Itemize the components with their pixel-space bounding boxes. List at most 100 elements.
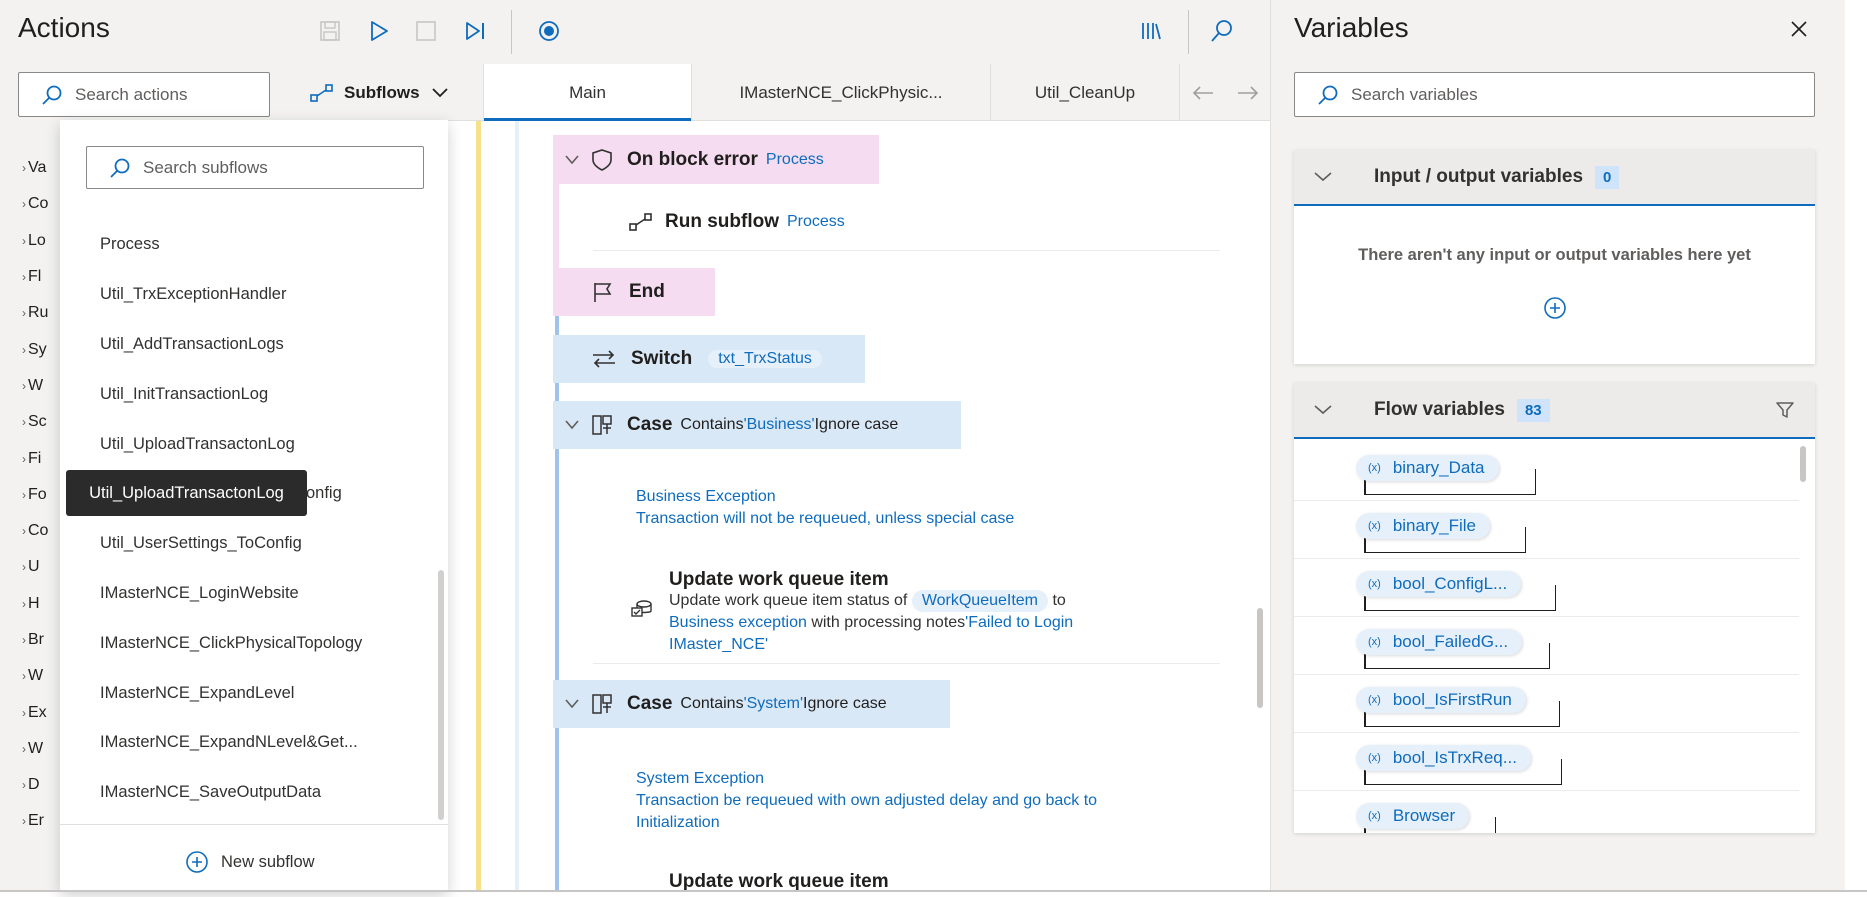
chevron-right-icon: › [22, 451, 26, 466]
search-actions-input[interactable]: Search actions [18, 72, 270, 117]
subflow-item[interactable]: IMasterNCE_ClickPhysicalTopology [60, 618, 440, 668]
subflow-item[interactable]: Process [60, 220, 440, 270]
variable-chip[interactable]: (x) bool_ConfigL... [1356, 571, 1522, 597]
flow-variables-header[interactable]: Flow variables 83 [1294, 383, 1815, 439]
subflow-item[interactable]: IMasterNCE_LoginWebsite [60, 569, 440, 619]
category-label: Lo [28, 231, 46, 249]
chevron-right-icon: › [22, 233, 26, 248]
action-category[interactable]: › Fo [0, 477, 60, 513]
variable-icon: (x) [1368, 636, 1381, 648]
action-argument: Process [786, 213, 845, 230]
variable-chip[interactable]: (x) binary_Data [1356, 455, 1499, 481]
action-category[interactable]: › Ru [0, 295, 60, 331]
action-category[interactable]: › Sy [0, 331, 60, 367]
search-subflows-placeholder: Search subflows [143, 157, 268, 177]
action-category[interactable]: › H [0, 586, 60, 622]
close-variables-button[interactable] [1790, 20, 1808, 38]
variable-chip[interactable]: (x) bool_FailedG... [1356, 629, 1523, 655]
action-category[interactable]: › Lo [0, 223, 60, 259]
search-flow-button[interactable] [1207, 16, 1237, 46]
canvas-scrollbar[interactable] [1257, 608, 1263, 708]
action-category[interactable]: › Co [0, 513, 60, 549]
flow-variable-row[interactable]: (x) binary_File [1294, 501, 1799, 559]
search-actions-placeholder: Search actions [75, 84, 188, 104]
filter-icon[interactable] [1775, 400, 1795, 420]
variable-icon: (x) [1368, 578, 1381, 590]
run-subflow-action[interactable]: Run subflow Process [593, 202, 845, 242]
stop-button[interactable] [411, 16, 441, 46]
section-title: Flow variables [1374, 399, 1505, 420]
action-category[interactable]: › Br [0, 622, 60, 658]
subflow-item[interactable]: IMasterNCE_ExpandNLevel&Get... [60, 718, 440, 768]
flow-variable-row[interactable]: (x) bool_IsTrxReq... [1294, 733, 1799, 791]
case-system-action[interactable]: Case Contains 'System' Ignore case [553, 680, 950, 728]
flow-variable-row[interactable]: (x) bool_ConfigL... [1294, 559, 1799, 617]
work-queue-icon [630, 597, 654, 621]
subflow-item[interactable]: Util_UserSettings_ToConfig [60, 519, 440, 569]
chevron-down-icon[interactable] [565, 154, 579, 165]
subflow-item[interactable]: Util_UploadTransactonLog [60, 419, 440, 469]
action-category[interactable]: › W [0, 368, 60, 404]
flow-variable-row[interactable]: (x) bool_IsFirstRun [1294, 675, 1799, 733]
new-subflow-button[interactable]: New subflow [185, 850, 315, 874]
variable-chip[interactable]: (x) bool_IsFirstRun [1356, 687, 1526, 713]
variable-chip[interactable]: (x) binary_File [1356, 513, 1490, 539]
action-category[interactable]: › Sc [0, 404, 60, 440]
chevron-down-icon[interactable] [565, 699, 579, 709]
action-category[interactable]: › Ex [0, 694, 60, 730]
block-indent-bar [515, 121, 519, 892]
input-output-variables-header[interactable]: Input / output variables 0 [1294, 150, 1815, 206]
record-button[interactable] [534, 16, 564, 46]
action-category[interactable]: › Fl [0, 259, 60, 295]
save-button[interactable] [315, 16, 345, 46]
switch-action[interactable]: Switch txt_TrxStatus [553, 335, 865, 383]
action-category[interactable]: › U [0, 549, 60, 585]
subflows-label: Subflows [344, 82, 420, 102]
add-io-variable-button[interactable] [1543, 296, 1567, 320]
subflow-item[interactable]: Util_TrxExceptionHandler [60, 270, 440, 320]
subflow-item[interactable]: Util_InitTransactionLog [60, 369, 440, 419]
tab-util-cleanup[interactable]: Util_CleanUp [990, 64, 1179, 121]
add-circle-icon [185, 850, 209, 874]
subflow-list-scrollbar[interactable] [438, 570, 444, 820]
subflow-item[interactable]: Util_AddTransactionLogs [60, 320, 440, 370]
subflow-item[interactable]: IMasterNCE_SaveOutputData [60, 768, 440, 818]
arrow-right-icon[interactable] [1236, 85, 1260, 101]
comment-system-exception[interactable]: System Exception Transaction be requeued… [636, 768, 1097, 834]
tab-imasternce-clickphysic[interactable]: IMasterNCE_ClickPhysic... [691, 64, 990, 121]
library-icon [1140, 20, 1162, 42]
variable-name: binary_File [1392, 516, 1476, 535]
action-category[interactable]: › W [0, 658, 60, 694]
action-category[interactable]: › D [0, 767, 60, 803]
flow-variable-row[interactable]: (x) binary_Data [1294, 443, 1799, 501]
action-category[interactable]: › W [0, 731, 60, 767]
variable-chip[interactable]: (x) Browser [1356, 803, 1470, 829]
category-label: Sc [28, 413, 47, 431]
action-category[interactable]: › Fi [0, 440, 60, 476]
flow-variable-row[interactable]: (x) bool_FailedG... [1294, 617, 1799, 675]
chevron-down-icon[interactable] [565, 420, 579, 430]
action-category[interactable]: › Va [0, 150, 60, 186]
chevron-right-icon: › [22, 741, 26, 756]
search-variables-input[interactable]: Search variables [1294, 72, 1815, 117]
variable-token: WorkQueueItem [911, 590, 1049, 612]
tab-main[interactable]: Main [483, 64, 691, 121]
update-work-queue-item-action[interactable]: Update work queue item [593, 867, 897, 897]
variable-chip[interactable]: (x) bool_IsTrxReq... [1356, 745, 1531, 771]
subflow-item[interactable]: IMasterNCE_ExpandLevel [60, 668, 440, 718]
search-subflows-input[interactable]: Search subflows [86, 146, 424, 189]
add-circle-icon [1543, 296, 1567, 320]
action-category[interactable]: › Co [0, 186, 60, 222]
subflows-dropdown-button[interactable]: Subflows [310, 64, 448, 121]
arrow-left-icon[interactable] [1191, 85, 1215, 101]
end-action[interactable]: End [553, 268, 715, 316]
flow-variable-row[interactable]: (x) Browser [1294, 791, 1799, 833]
ui-elements-button[interactable] [1136, 16, 1166, 46]
action-category[interactable]: › Er [0, 803, 60, 839]
run-button[interactable] [364, 16, 394, 46]
case-business-action[interactable]: Case Contains 'Business' Ignore case [553, 401, 961, 449]
on-block-error-action[interactable]: On block error Process [553, 135, 879, 184]
flow-variables-scrollbar[interactable] [1800, 446, 1806, 482]
run-next-action-button[interactable] [460, 16, 490, 46]
comment-business-exception[interactable]: Business Exception Transaction will not … [636, 486, 1014, 530]
